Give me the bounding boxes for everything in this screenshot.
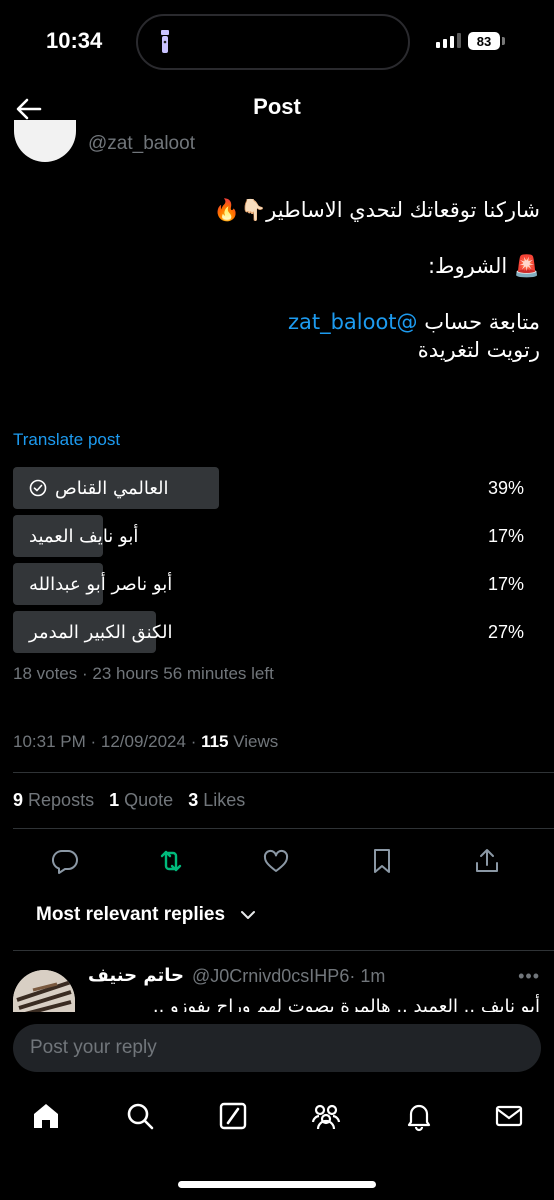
quotes-label: Quote [124,790,174,810]
views-label: Views [233,732,279,751]
home-indicator[interactable] [178,1181,376,1188]
mention-link[interactable]: @zat_baloot [288,310,418,334]
share-icon[interactable] [472,846,502,876]
search-icon[interactable] [124,1100,156,1132]
author-avatar[interactable] [14,120,76,162]
like-icon[interactable] [261,846,291,876]
likes-count: 3 [188,790,199,810]
bottom-nav [0,1090,554,1146]
reply-input[interactable]: Post your reply [13,1024,541,1072]
dynamic-island [136,14,410,70]
quotes-stat[interactable]: 1 Quote [109,790,173,810]
messages-icon[interactable] [493,1100,525,1132]
status-bar: 10:34 83 [0,0,554,84]
bookmark-icon[interactable] [367,846,397,876]
post-time: 10:31 PM [13,732,86,751]
repost-icon[interactable] [156,846,186,876]
page-title: Post [253,94,301,119]
poll-option-label-wrap: أبو نايف العميد [29,515,138,557]
avatar-image [13,970,75,1016]
home-icon[interactable] [30,1100,62,1132]
poll-option-label: أبو نايف العميد [29,525,139,547]
reposts-count: 9 [13,790,24,810]
status-time: 10:34 [46,28,103,53]
reposts-stat[interactable]: 9 Reposts [13,790,94,810]
grok-icon[interactable] [217,1100,249,1132]
poll-option[interactable]: الكنق الكبير المدمر 27% [13,611,541,653]
views-count: 115 [201,732,229,751]
poll-option-label-wrap: أبو ناصر أبو عبدالله [29,563,172,605]
post-line-4: رتويت لتغريدة [417,338,540,362]
poll-option-percent: 27% [487,621,524,642]
likes-stat[interactable]: 3 Likes [188,790,245,810]
divider [13,828,554,829]
poll-option-label: أبو ناصر أبو عبدالله [29,573,173,595]
reply-time: · 1m [349,966,386,986]
poll-option-percent: 39% [487,477,524,498]
poll-option-percent: 17% [487,573,524,594]
poll-option[interactable]: أبو ناصر أبو عبدالله 17% [13,563,541,605]
replies-sort-label: Most relevant replies [36,904,226,925]
poll-option-label-wrap: العالمي القناص [29,467,169,509]
divider [13,772,554,773]
chevron-down-icon [241,911,256,919]
poll: العالمي القناص 39% أبو نايف العميد 17% أ… [13,467,541,659]
translate-post-link[interactable]: Translate post [13,430,120,450]
reply-handle-text: @J0Crnivd0csIHP6 [192,966,350,986]
poll-option-label-wrap: الكنق الكبير المدمر [29,611,172,653]
post-date: 12/09/2024 [100,732,186,751]
cellular-signal-icon [436,33,461,48]
action-bar [0,840,554,880]
poll-option-label: الكنق الكبير المدمر [29,621,173,643]
poll-option[interactable]: أبو نايف العميد 17% [13,515,541,557]
check-circle-icon [29,479,47,497]
poll-option-percent: 17% [487,525,524,546]
post-line-1: شاركنا توقعاتك لتحدي الاساطير👇🏻🔥 [213,198,540,222]
more-options-icon[interactable]: ••• [518,966,540,987]
likes-label: Likes [203,790,246,810]
battery-icon: 83 [468,32,500,50]
post-timestamp[interactable]: 10:31 PM · 12/09/2024 · 115 Views [13,732,278,752]
poll-meta: 18 votes · 23 hours 56 minutes left [13,664,274,683]
reply-author-name[interactable]: حاتم حنيف [88,965,184,986]
post-line-2: 🚨 الشروط: [427,254,540,278]
divider [13,950,554,951]
top-header: Post [0,84,554,138]
author-handle[interactable]: @zat_baloot [88,133,195,155]
post-body: شاركنا توقعاتك لتحدي الاساطير👇🏻🔥 🚨 الشرو… [14,196,540,364]
communities-icon[interactable] [310,1100,342,1132]
poll-option-label: العالمي القناص [55,477,169,499]
reply-avatar[interactable] [13,970,75,1016]
engagement-stats: 9 Reposts 1 Quote 3 Likes [13,790,245,811]
reply-text: أبو نايف .. العميد .. هالمرة بصوت لهم ور… [152,996,540,1014]
reposts-label: Reposts [28,790,95,810]
replies-sort-dropdown[interactable]: Most relevant replies [36,904,257,926]
post-line-3-prefix: متابعة حساب [417,310,540,334]
notifications-icon[interactable] [403,1100,435,1132]
battery-cap [502,37,505,45]
reply-author-handle: @J0Crnivd0csIHP6· 1m [192,966,385,987]
post-line-3: متابعة حساب @zat_baloot [14,308,540,336]
flashlight-icon [161,30,169,53]
reply-icon[interactable] [50,846,80,876]
quotes-count: 1 [109,790,120,810]
poll-option[interactable]: العالمي القناص 39% [13,467,541,509]
